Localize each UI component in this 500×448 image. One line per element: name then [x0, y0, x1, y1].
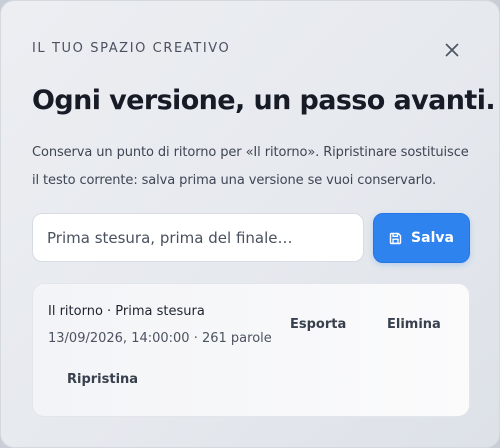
dialog-eyebrow: IL TUO SPAZIO CREATIVO [32, 41, 231, 56]
export-button[interactable]: Esporta [290, 317, 346, 332]
close-icon [445, 43, 459, 57]
version-meta: 13/09/2026, 14:00:00 · 261 parole [48, 331, 272, 346]
close-button[interactable] [441, 39, 463, 61]
save-button[interactable]: Salva [373, 213, 470, 263]
delete-button[interactable]: Elimina [387, 317, 441, 332]
version-card: Il ritorno · Prima stesura 13/09/2026, 1… [32, 283, 470, 417]
version-name-input[interactable] [32, 213, 364, 262]
save-icon [389, 232, 402, 244]
dialog-description: Conserva un punto di ritorno per «Il rit… [32, 145, 469, 188]
restore-button[interactable]: Ripristina [67, 372, 138, 387]
save-button-label: Salva [411, 230, 454, 246]
dialog-title: Ogni versione, un passo avanti. [32, 85, 496, 116]
version-dialog: IL TUO SPAZIO CREATIVO Ogni versione, un… [0, 0, 500, 448]
version-name: Il ritorno · Prima stesura [48, 304, 205, 319]
